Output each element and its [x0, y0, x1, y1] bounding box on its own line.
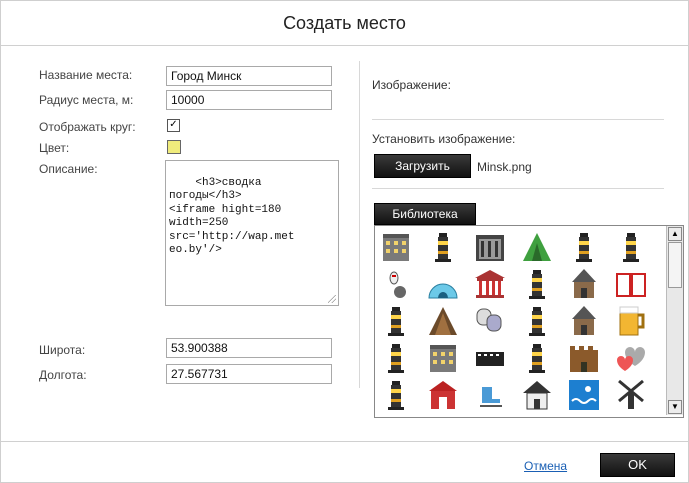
lighthouse-icon[interactable]	[519, 340, 555, 376]
color-swatch[interactable]	[167, 140, 181, 154]
building-icon[interactable]	[378, 229, 414, 265]
barn-icon[interactable]	[425, 377, 461, 413]
beer-icon[interactable]	[613, 303, 649, 339]
lighthouse-icon[interactable]	[519, 303, 555, 339]
name-label: Название места:	[39, 68, 133, 82]
create-place-dialog: Создать место Название места: Город Минс…	[0, 0, 689, 483]
igloo-icon[interactable]	[425, 266, 461, 302]
file-name: Minsk.png	[477, 160, 532, 174]
show-circle-label: Отображать круг:	[39, 120, 136, 134]
tent-icon[interactable]	[519, 229, 555, 265]
lighthouse-icon[interactable]	[566, 229, 602, 265]
show-circle-checkbox[interactable]: ✓	[167, 119, 180, 132]
upload-button[interactable]: Загрузить	[374, 154, 471, 178]
footer-divider	[1, 441, 688, 442]
description-label: Описание:	[39, 162, 98, 176]
swimming-icon[interactable]	[566, 377, 602, 413]
lighthouse-icon[interactable]	[519, 266, 555, 302]
cinema-icon[interactable]	[472, 340, 508, 376]
color-label: Цвет:	[39, 141, 70, 155]
scroll-up-icon[interactable]: ▲	[668, 227, 682, 241]
icon-library: ▲ ▼	[374, 225, 684, 418]
name-field[interactable]: Город Минск	[166, 66, 332, 86]
lighthouse-icon[interactable]	[378, 303, 414, 339]
camping-icon[interactable]	[425, 303, 461, 339]
tab-library[interactable]: Библиотека	[374, 203, 476, 225]
castle-icon[interactable]	[566, 340, 602, 376]
church-icon[interactable]	[566, 266, 602, 302]
ok-button[interactable]: OK	[600, 453, 675, 477]
lighthouse-icon[interactable]	[613, 229, 649, 265]
radius-field[interactable]: 10000	[166, 90, 332, 110]
church-icon[interactable]	[566, 303, 602, 339]
image-label: Изображение:	[372, 78, 451, 92]
museum-icon[interactable]	[472, 266, 508, 302]
scroll-down-icon[interactable]: ▼	[668, 400, 682, 414]
column-divider	[359, 61, 360, 388]
theater-icon[interactable]	[472, 303, 508, 339]
latitude-label: Широта:	[39, 343, 86, 357]
bowling-icon[interactable]	[378, 266, 414, 302]
divider	[372, 188, 664, 189]
bank-icon[interactable]	[472, 229, 508, 265]
latitude-field[interactable]: 53.900388	[166, 338, 332, 358]
description-textarea[interactable]: <h3>сводка погоды</h3> <iframe hight=180…	[165, 160, 339, 306]
resize-handle-icon[interactable]	[328, 295, 336, 303]
radius-label: Радиус места, м:	[39, 93, 134, 107]
skating-icon[interactable]	[472, 377, 508, 413]
building-icon[interactable]	[425, 340, 461, 376]
scroll-thumb[interactable]	[668, 242, 682, 288]
lighthouse-icon[interactable]	[425, 229, 461, 265]
house-icon[interactable]	[519, 377, 555, 413]
book-icon[interactable]	[613, 266, 649, 302]
divider	[372, 119, 664, 120]
set-image-label: Установить изображение:	[372, 132, 516, 146]
cancel-link[interactable]: Отмена	[524, 459, 567, 473]
lighthouse-icon[interactable]	[378, 340, 414, 376]
windmill-icon[interactable]	[613, 377, 649, 413]
lighthouse-icon[interactable]	[378, 377, 414, 413]
longitude-label: Долгота:	[39, 368, 87, 382]
library-scrollbar[interactable]: ▲ ▼	[666, 226, 683, 415]
dialog-title: Создать место	[1, 1, 688, 46]
description-text: <h3>сводка погоды</h3> <iframe hight=180…	[169, 176, 295, 257]
hearts-icon[interactable]	[613, 340, 649, 376]
longitude-field[interactable]: 27.567731	[166, 364, 332, 384]
